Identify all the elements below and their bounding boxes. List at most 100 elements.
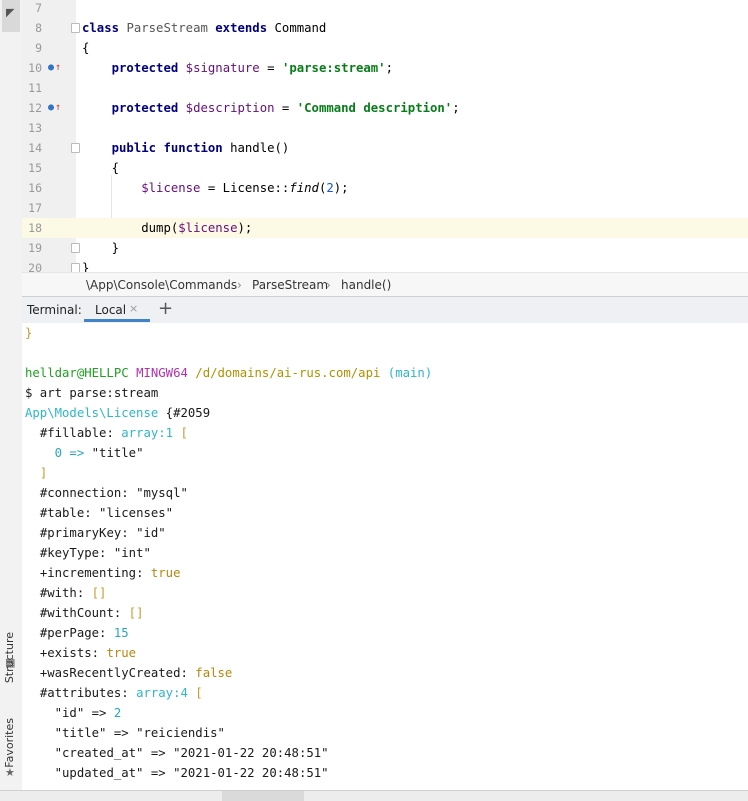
prompt-branch: (main) xyxy=(387,366,433,380)
function-name: handle() xyxy=(230,141,290,155)
dump-class: App\Models\License xyxy=(25,406,159,420)
dump-value: true xyxy=(106,646,137,660)
keyword: protected xyxy=(111,101,179,115)
line-number: 11 xyxy=(28,81,42,95)
dump-key: #withCount xyxy=(39,606,114,620)
terminal-line: #primaryKey: "id" xyxy=(39,526,166,540)
dump-value: [] xyxy=(128,606,144,620)
variable: $license xyxy=(178,221,238,235)
prompt-user: helldar@HELLPC xyxy=(25,366,129,380)
code-line: 14 public function handle() xyxy=(22,138,748,158)
dump-value: "title" xyxy=(91,446,144,460)
dump-key: #table xyxy=(39,506,85,520)
dump-key: "title" xyxy=(54,726,107,740)
code-editor[interactable]: 7 8 class ParseStream extends Command 9 … xyxy=(22,0,748,272)
left-tool-sidebar: ◤ ▩ Structure ★ Favorites xyxy=(0,0,23,800)
project-tool-tab[interactable]: ◤ xyxy=(2,0,20,32)
dump-key: #fillable xyxy=(39,426,107,440)
code-line: 17 xyxy=(22,198,748,218)
brace: } xyxy=(82,261,90,272)
dump-key: "created_at" xyxy=(54,746,144,760)
code-line: 15 { xyxy=(22,158,748,178)
terminal-line: #with: [] xyxy=(39,586,107,600)
fold-marker-icon[interactable] xyxy=(71,243,80,253)
terminal-output[interactable]: } helldar@HELLPC MINGW64 /d/domains/ai-r… xyxy=(22,323,748,790)
method-name: find xyxy=(289,181,319,195)
dump-value: [] xyxy=(91,586,107,600)
terminal-title: Terminal: xyxy=(27,303,82,317)
dump-object-id: #2059 xyxy=(173,406,211,420)
dump-value: "mysql" xyxy=(136,486,188,500)
code-line: 16 $license = License::find(2); xyxy=(22,178,748,198)
fold-marker-icon[interactable] xyxy=(71,23,80,33)
terminal-line: #attributes: array:4 [ xyxy=(39,686,203,700)
terminal-line: ] xyxy=(25,463,47,483)
prompt-shell: MINGW64 xyxy=(136,366,188,380)
terminal-line: +wasRecentlyCreated: false xyxy=(39,666,233,680)
dump-value: "licenses" xyxy=(99,506,174,520)
add-tab-button[interactable]: + xyxy=(158,298,173,319)
close-icon[interactable]: × xyxy=(129,302,138,315)
breadcrumb-separator-icon: › xyxy=(326,278,331,292)
line-number: 18 xyxy=(28,221,42,235)
code-line: 19 } xyxy=(22,238,748,258)
terminal-line: +incrementing: true xyxy=(39,566,181,580)
fold-marker-icon[interactable] xyxy=(71,263,80,272)
terminal-line: "title" => "reiciendis" xyxy=(54,726,225,740)
dump-value: "2021-01-22 20:48:51" xyxy=(173,766,329,780)
operator: = xyxy=(259,61,282,75)
code-line: 12 ●↑ protected $description = 'Command … xyxy=(22,98,748,118)
fold-marker-icon[interactable] xyxy=(71,143,80,153)
breadcrumb-separator-icon: › xyxy=(237,278,242,292)
string-literal: 'Command description' xyxy=(296,101,453,115)
terminal-toolbar: Terminal: Local × + xyxy=(22,296,748,324)
property-name: $signature xyxy=(185,61,260,75)
code-line: 8 class ParseStream extends Command xyxy=(22,18,748,38)
line-number: 12 xyxy=(28,101,42,115)
breadcrumb-item-class[interactable]: ParseStream xyxy=(252,278,328,292)
keyword: public xyxy=(111,141,157,155)
terminal-line: #fillable: array:1 [ xyxy=(39,426,188,440)
line-number: 19 xyxy=(28,241,42,255)
semicolon: ; xyxy=(385,61,393,75)
dump-value: "id" xyxy=(136,526,166,540)
structure-tool-tab[interactable]: Structure xyxy=(3,632,16,683)
breadcrumb-item-namespace[interactable]: \App\Console\Commands xyxy=(86,278,237,292)
line-number: 8 xyxy=(35,21,42,35)
terminal-line: "updated_at" => "2021-01-22 20:48:51" xyxy=(54,766,329,780)
tab-label: Local xyxy=(95,303,127,317)
line-number: 9 xyxy=(35,41,42,55)
dump-value: "2021-01-22 20:48:51" xyxy=(173,746,329,760)
terminal-line: } xyxy=(25,326,33,340)
override-marker-icon[interactable]: ●↑ xyxy=(48,58,61,78)
favorites-tool-tab[interactable]: Favorites xyxy=(3,718,16,768)
terminal-line: #withCount: [] xyxy=(39,606,144,620)
code-line: 9 { xyxy=(22,38,748,58)
line-number: 13 xyxy=(28,121,42,135)
override-marker-icon[interactable]: ●↑ xyxy=(48,98,61,118)
dump-value: 2 xyxy=(113,706,122,720)
prompt-path: /d/domains/ai-rus.com/api xyxy=(195,366,381,380)
line-number: 7 xyxy=(35,1,42,15)
keyword: extends xyxy=(215,21,268,35)
dump-key: "updated_at" xyxy=(54,766,144,780)
breadcrumb-item-method[interactable]: handle() xyxy=(341,278,391,292)
tab-local[interactable]: Local × xyxy=(84,297,150,322)
terminal-line: +exists: true xyxy=(39,646,137,660)
terminal-line: "created_at" => "2021-01-22 20:48:51" xyxy=(54,746,329,760)
dump-key: #primaryKey xyxy=(39,526,122,540)
dump-brace: { xyxy=(158,406,174,420)
dump-bracket: [ xyxy=(173,426,188,440)
dump-key: #connection xyxy=(39,486,122,500)
semicolon: ; xyxy=(452,101,460,115)
dump-value: array:4 xyxy=(136,686,188,700)
dump-value: array:1 xyxy=(121,426,174,440)
dump-value: "reiciendis" xyxy=(136,726,225,740)
code-line: 20 } xyxy=(22,258,748,272)
terminal-line: #perPage: 15 xyxy=(39,626,129,640)
terminal-prompt: helldar@HELLPC MINGW64 /d/domains/ai-rus… xyxy=(25,363,432,383)
dump-key: #keyType xyxy=(39,546,100,560)
dump-key: #with xyxy=(39,586,77,600)
terminal-line: #keyType: "int" xyxy=(39,546,151,560)
dump-value: "int" xyxy=(113,546,151,560)
